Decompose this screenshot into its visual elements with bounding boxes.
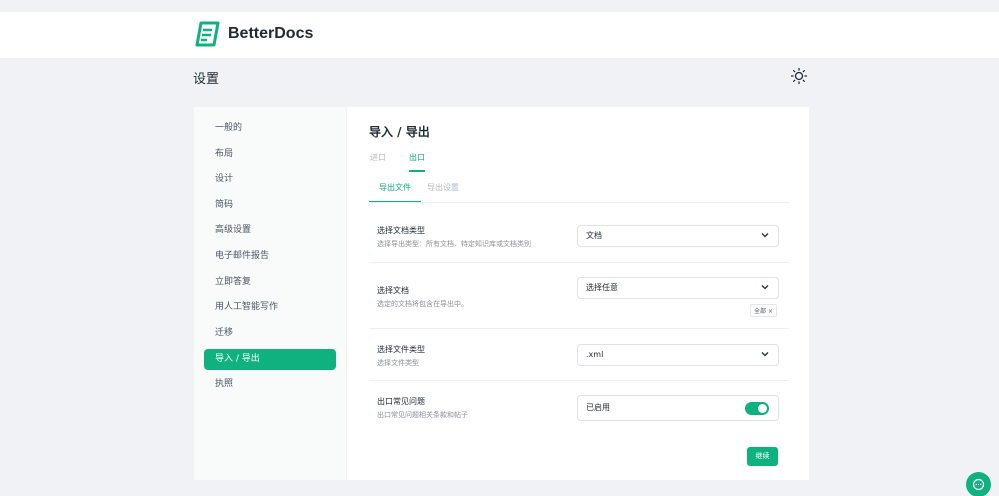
betterdocs-logo-icon (195, 21, 220, 47)
file-type-select[interactable]: .xml (577, 344, 779, 366)
sidebar-item-general[interactable]: 一般的 (204, 118, 336, 139)
file-type-desc: 选择文件类型 (377, 359, 419, 367)
tab-import[interactable]: 进口 (370, 152, 386, 172)
panel-title: 导入 / 导出 (369, 125, 430, 139)
export-faq-label: 出口常见问题 (377, 397, 425, 406)
sun-icon (790, 67, 808, 85)
chat-icon (972, 478, 985, 491)
sidebar-item-layout[interactable]: 布局 (204, 144, 336, 165)
selected-all-chip[interactable]: 全部 × (750, 304, 777, 317)
sidebar-item-license[interactable]: 执照 (204, 374, 336, 395)
sidebar-item-shortcodes[interactable]: 简码 (204, 195, 336, 216)
continue-button[interactable]: 继续 (747, 447, 778, 466)
top-bar: BetterDocs (0, 12, 999, 58)
switch-knob (758, 404, 767, 413)
select-docs-desc: 选定的文档将包含在导出中。 (377, 300, 468, 308)
chat-support-button[interactable] (966, 472, 991, 496)
sidebar-item-email-reports[interactable]: 电子邮件报告 (204, 246, 336, 267)
sidebar-item-design[interactable]: 设计 (204, 169, 336, 190)
sidebar-item-instant-answer[interactable]: 立即答复 (204, 272, 336, 293)
file-type-label: 选择文件类型 (377, 345, 425, 354)
sidebar-item-ai-writer[interactable]: 用人工智能写作 (204, 297, 336, 318)
chevron-down-icon (761, 233, 769, 238)
row-divider (369, 262, 789, 263)
doc-type-label: 选择文档类型 (377, 226, 425, 235)
select-docs-select[interactable]: 选择任意 (577, 277, 779, 299)
chevron-down-icon (761, 285, 769, 290)
chevron-down-icon (761, 352, 769, 357)
sidebar-item-import-export[interactable]: 导入 / 导出 (204, 349, 336, 370)
doc-type-select[interactable]: 文档 (577, 225, 779, 247)
page-title: 设置 (193, 72, 220, 87)
export-faq-desc: 出口常见问题相关条款和帖子 (377, 411, 468, 419)
doc-type-desc: 选择导出类型：所有文档、特定知识库或文档类别 (377, 240, 531, 248)
import-export-panel: 导入 / 导出 进口 出口 导出文件 导出设置 选择文档类型 选择导出类型：所有… (347, 107, 809, 480)
export-faq-toggle-box: 已启用 (577, 395, 779, 421)
file-type-value: .xml (586, 350, 604, 359)
export-faq-status: 已启用 (586, 403, 610, 412)
sidebar-item-migration[interactable]: 迁移 (204, 323, 336, 344)
tab-export[interactable]: 出口 (409, 152, 425, 172)
theme-toggle-button[interactable] (790, 67, 808, 85)
select-docs-value: 选择任意 (586, 283, 618, 292)
subtab-export-settings[interactable]: 导出设置 (427, 179, 459, 203)
brand-name: BetterDocs (228, 25, 314, 42)
row-divider (369, 380, 789, 381)
subtab-export-files[interactable]: 导出文件 (369, 179, 421, 203)
row-divider (369, 328, 789, 329)
doc-type-value: 文档 (586, 231, 602, 240)
brand-logo[interactable]: BetterDocs (194, 21, 313, 47)
select-docs-label: 选择文档 (377, 286, 409, 295)
sidebar-item-advanced[interactable]: 高级设置 (204, 220, 336, 241)
subtab-divider (369, 202, 789, 203)
settings-sidebar: 一般的 布局 设计 简码 高级设置 电子邮件报告 立即答复 用人工智能写作 迁移… (194, 107, 346, 480)
export-faq-switch[interactable] (745, 402, 769, 415)
